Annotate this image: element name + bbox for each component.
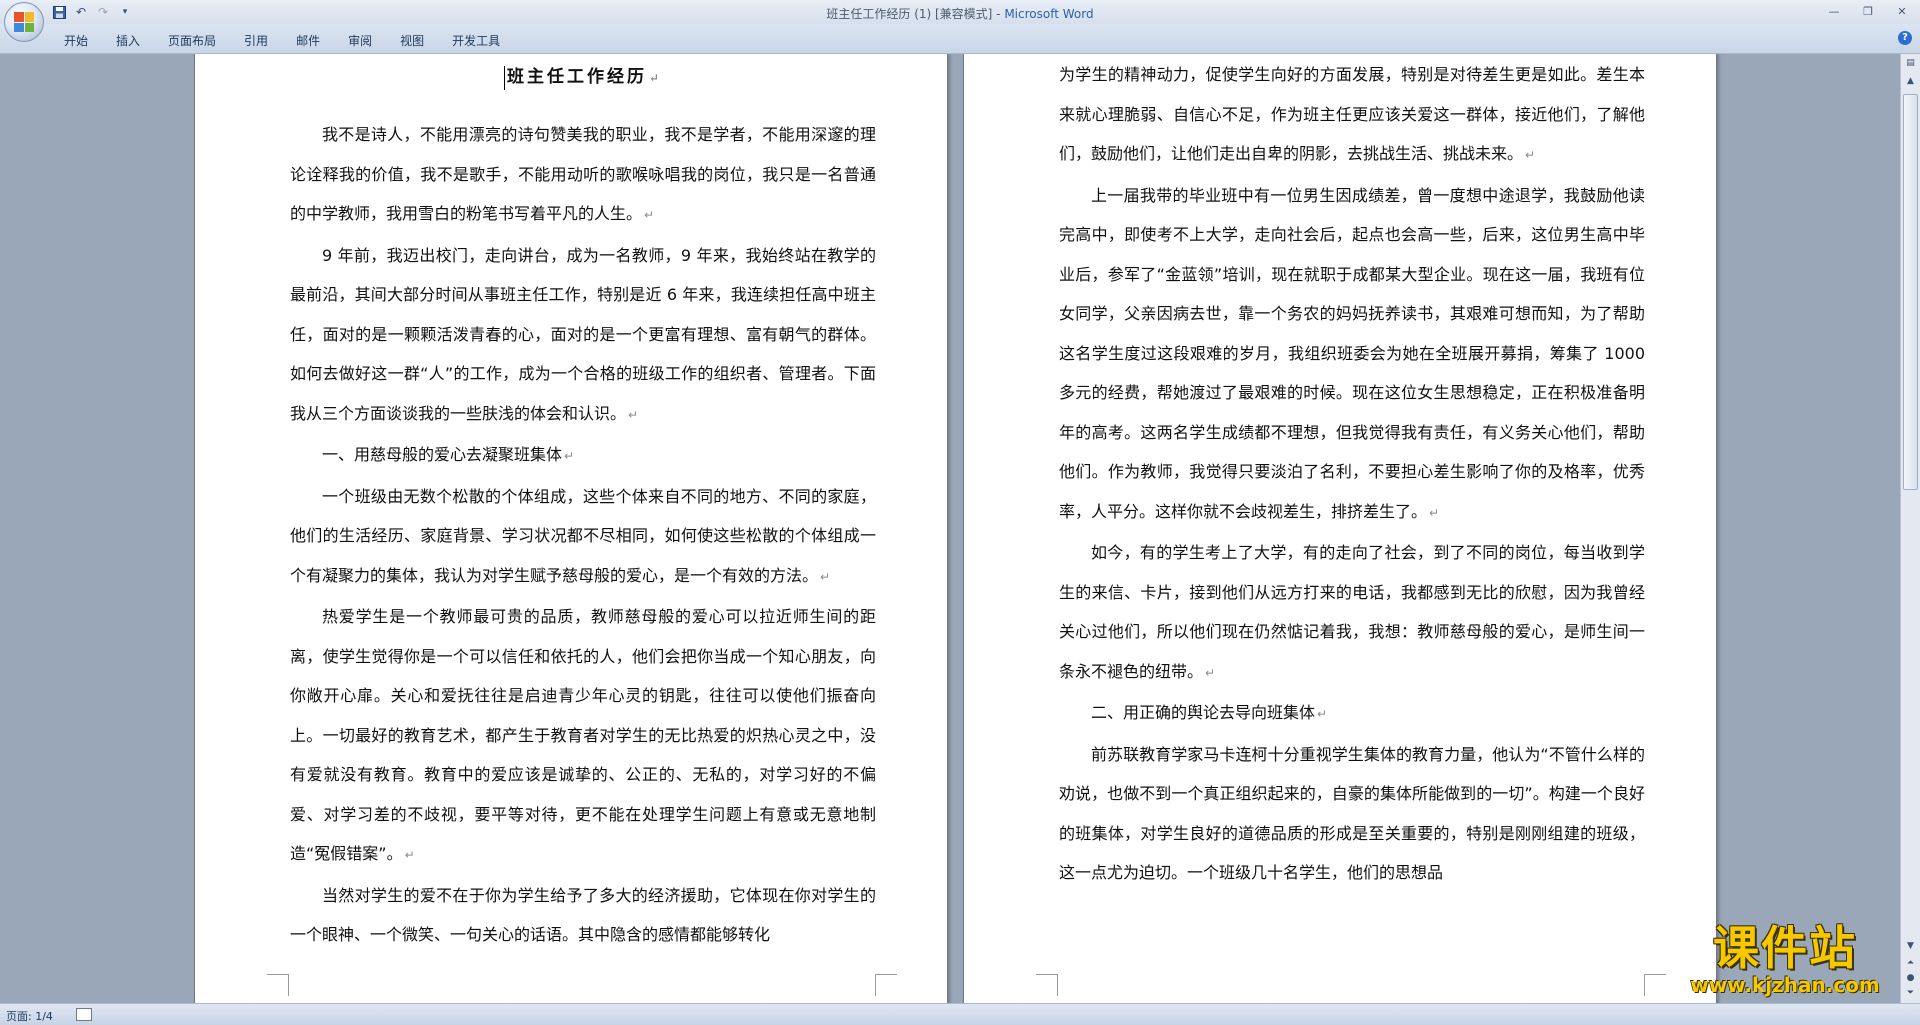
section-heading: 一、用慈母般的爱心去凝聚班集体 ↵ — [290, 435, 876, 477]
status-bar: 页面: 1/4 — [0, 1003, 1920, 1025]
margin-corner-mark — [1036, 974, 1058, 996]
ruler-toggle-icon[interactable]: ▤ — [1903, 56, 1918, 71]
tab-home[interactable]: 开始 — [50, 30, 102, 51]
paragraph-text: 9 年前，我迈出校门，走向讲台，成为一名教师，9 年来，我始终站在教学的最前沿，… — [290, 245, 876, 423]
ribbon-tabs: 开始 插入 页面布局 引用 邮件 审阅 视图 开发工具 — [50, 30, 514, 51]
paragraph-mark: ↵ — [404, 848, 415, 862]
watermark-main-text: 课件站 — [1713, 921, 1857, 975]
paragraph-text: 如今，有的学生考上了大学，有的走向了社会，到了不同的岗位，每当收到学生的来信、卡… — [1059, 543, 1645, 681]
page-1-text: 班主任工作经历 ↵ 我不是诗人，不能用漂亮的诗句赞美我的职业，我不是学者，不能用深… — [290, 65, 876, 955]
paragraph: 一个班级由无数个松散的个体组成，这些个体来自不同的地方、不同的家庭，他们的生活经… — [290, 477, 876, 598]
minimize-icon[interactable]: — — [1822, 2, 1846, 20]
paragraph: 当然对学生的爱不在于你为学生给予了多大的经济援助，它体现在你对学生的一个眼神、一… — [290, 876, 876, 955]
paragraph-text: 当然对学生的爱不在于你为学生给予了多大的经济援助，它体现在你对学生的一个眼神、一… — [290, 885, 876, 945]
paragraph: 我不是诗人，不能用漂亮的诗句赞美我的职业，我不是学者，不能用深邃的理论诠释我的价… — [290, 115, 876, 236]
tab-insert[interactable]: 插入 — [102, 30, 154, 51]
paragraph-text: 热爱学生是一个教师最可贵的品质，教师慈母般的爱心可以拉近师生间的距离，使学生觉得… — [290, 607, 876, 863]
document-name: 班主任工作经历 (1) [兼容模式] - — [826, 7, 1005, 21]
previous-page-icon[interactable]: ⏶ — [1903, 956, 1918, 971]
paragraph-mark: ↵ — [820, 569, 831, 584]
page-2[interactable]: 为学生的精神动力，促使学生向好的方面发展，特别是对待差生更是如此。差生本来就心理… — [963, 54, 1717, 1003]
window-controls: — ❐ ✕ — [1822, 2, 1914, 20]
tab-developer[interactable]: 开发工具 — [438, 30, 514, 51]
title-bar: ↶ ↷ ▾ 班主任工作经历 (1) [兼容模式] - Microsoft Wor… — [0, 0, 1920, 42]
section-heading: 二、用正确的舆论去导向班集体 ↵ — [1059, 693, 1645, 735]
paragraph: 9 年前，我迈出校门，走向讲台，成为一名教师，9 年来，我始终站在教学的最前沿，… — [290, 236, 876, 436]
paragraph-mark: ↵ — [1525, 148, 1536, 162]
help-icon[interactable]: ? — [1898, 31, 1912, 45]
ribbon: 开始 插入 页面布局 引用 邮件 审阅 视图 开发工具 ? — [0, 24, 1920, 54]
page-count-indicator[interactable]: 页面: 1/4 — [6, 1008, 53, 1024]
section-heading-text: 一、用慈母般的爱心去凝聚班集体 — [322, 445, 563, 464]
paragraph-mark: ↵ — [644, 208, 655, 222]
paragraph-text: 我不是诗人，不能用漂亮的诗句赞美我的职业，我不是学者，不能用深邃的理论诠释我的价… — [290, 125, 876, 223]
paragraph: 前苏联教育学家马卡连柯十分重视学生集体的教育力量，他认为“不管什么样的劝说，也做… — [1059, 735, 1645, 893]
office-logo-icon — [14, 12, 34, 32]
app-name: Microsoft Word — [1004, 7, 1094, 21]
tab-view[interactable]: 视图 — [386, 30, 438, 51]
tab-review[interactable]: 审阅 — [334, 30, 386, 51]
window-title: 班主任工作经历 (1) [兼容模式] - Microsoft Word — [0, 5, 1920, 22]
close-icon[interactable]: ✕ — [1890, 2, 1914, 20]
margin-corner-mark — [875, 974, 897, 996]
page-1[interactable]: 班主任工作经历 ↵ 我不是诗人，不能用漂亮的诗句赞美我的职业，我不是学者，不能用深… — [194, 54, 948, 1003]
paragraph: 上一届我带的毕业班中有一位男生因成绩差，曾一度想中途退学，我鼓励他读完高中，即使… — [1059, 176, 1645, 534]
watermark-url-text: www.kjzhan.com — [1690, 973, 1880, 997]
margin-corner-mark — [267, 974, 289, 996]
document-area: 班主任工作经历 ↵ 我不是诗人，不能用漂亮的诗句赞美我的职业，我不是学者，不能用深… — [0, 54, 1900, 1003]
section-heading-text: 二、用正确的舆论去导向班集体 — [1091, 703, 1316, 722]
document-title-text: 班主任工作经历 — [506, 67, 647, 87]
paragraph-text: 一个班级由无数个松散的个体组成，这些个体来自不同的地方、不同的家庭，他们的生活经… — [290, 486, 876, 585]
paragraph-text: 上一届我带的毕业班中有一位男生因成绩差，曾一度想中途退学，我鼓励他读完高中，即使… — [1059, 185, 1645, 521]
tab-references[interactable]: 引用 — [230, 30, 282, 51]
text-cursor — [503, 65, 505, 90]
office-button[interactable] — [4, 2, 44, 42]
paragraph-mark: ↵ — [1317, 707, 1328, 721]
vertical-scrollbar[interactable]: ▤ ▲ ▼ ⏶ ● ⏷ — [1900, 54, 1920, 1003]
paragraph-text: 为学生的精神动力，促使学生向好的方面发展，特别是对待差生更是如此。差生本来就心理… — [1059, 65, 1645, 163]
next-page-icon[interactable]: ⏷ — [1903, 986, 1918, 1001]
tab-page-layout[interactable]: 页面布局 — [154, 30, 230, 51]
paragraph-mark: ↵ — [1205, 665, 1216, 680]
paragraph-mark: ↵ — [564, 449, 575, 463]
scroll-up-icon[interactable]: ▲ — [1903, 74, 1918, 89]
scroll-thumb[interactable] — [1903, 94, 1918, 490]
paragraph-mark: ↵ — [628, 407, 639, 422]
restore-icon[interactable]: ❐ — [1856, 2, 1880, 20]
scroll-down-icon[interactable]: ▼ — [1903, 939, 1918, 954]
paragraph: 为学生的精神动力，促使学生向好的方面发展，特别是对待差生更是如此。差生本来就心理… — [1059, 55, 1645, 176]
paragraph-text: 前苏联教育学家马卡连柯十分重视学生集体的教育力量，他认为“不管什么样的劝说，也做… — [1059, 744, 1645, 883]
document-title: 班主任工作经历 ↵ — [290, 62, 876, 93]
watermark-logo: 课件站 www.kjzhan.com — [1670, 922, 1900, 998]
select-browse-object-icon[interactable]: ● — [1903, 971, 1918, 986]
proofing-icon[interactable] — [76, 1008, 92, 1021]
paragraph: 如今，有的学生考上了大学，有的走向了社会，到了不同的岗位，每当收到学生的来信、卡… — [1059, 533, 1645, 693]
paragraph-mark: ↵ — [648, 71, 663, 85]
paragraph-mark: ↵ — [1429, 505, 1440, 520]
page-2-text: 为学生的精神动力，促使学生向好的方面发展，特别是对待差生更是如此。差生本来就心理… — [1059, 55, 1645, 893]
tab-mailings[interactable]: 邮件 — [282, 30, 334, 51]
paragraph: 热爱学生是一个教师最可贵的品质，教师慈母般的爱心可以拉近师生间的距离，使学生觉得… — [290, 597, 876, 876]
margin-corner-mark — [1644, 974, 1666, 996]
